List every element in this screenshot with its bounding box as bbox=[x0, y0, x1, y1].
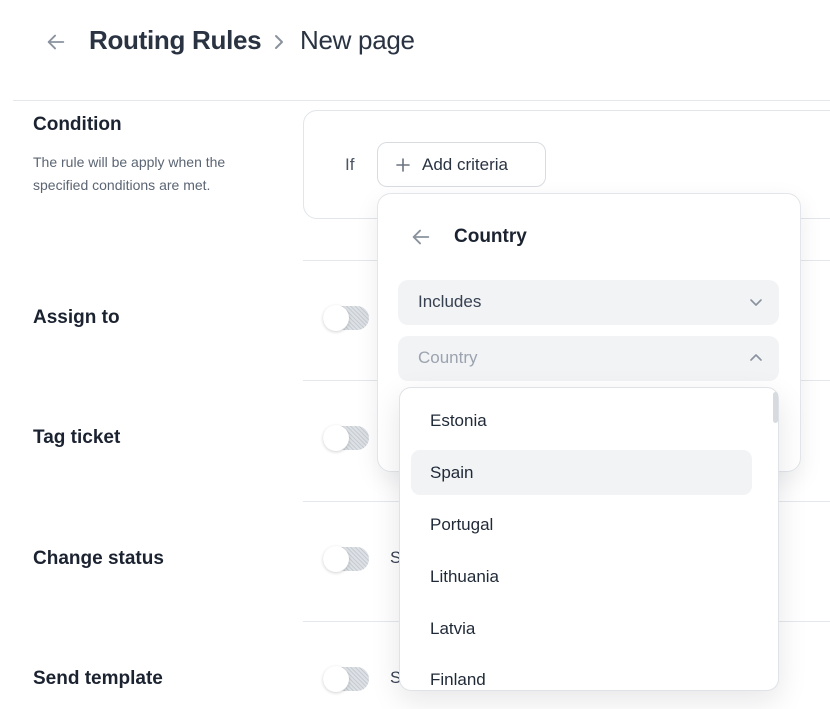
send-template-label: Send template bbox=[33, 668, 163, 689]
tag-ticket-toggle[interactable] bbox=[323, 425, 369, 451]
country-option-portugal[interactable]: Portugal bbox=[411, 502, 752, 547]
assign-to-toggle[interactable] bbox=[323, 305, 369, 331]
send-template-toggle[interactable] bbox=[323, 666, 369, 692]
country-option-latvia[interactable]: Latvia bbox=[411, 606, 752, 651]
dropdown-scrollbar[interactable] bbox=[773, 392, 778, 423]
country-option-estonia[interactable]: Estonia bbox=[411, 398, 752, 443]
page-header: Routing Rules New page bbox=[0, 0, 830, 100]
toggle-knob bbox=[323, 666, 349, 692]
country-option-lithuania[interactable]: Lithuania bbox=[411, 554, 752, 599]
operator-value: Includes bbox=[418, 292, 482, 311]
country-select[interactable]: Country bbox=[398, 336, 779, 381]
country-placeholder: Country bbox=[418, 348, 478, 367]
condition-title: Condition bbox=[33, 114, 122, 135]
breadcrumb-root[interactable]: Routing Rules bbox=[89, 25, 262, 56]
condition-description: The rule will be apply when the specifie… bbox=[33, 154, 226, 193]
plus-icon bbox=[396, 157, 410, 172]
popover-back-button[interactable] bbox=[408, 224, 434, 250]
header-divider bbox=[13, 100, 830, 101]
arrow-left-icon bbox=[412, 229, 430, 245]
if-label: If bbox=[345, 155, 355, 174]
breadcrumb-current: New page bbox=[300, 25, 415, 55]
popover-title: Country bbox=[454, 226, 527, 247]
country-option-spain[interactable]: Spain bbox=[411, 450, 752, 495]
add-criteria-label: Add criteria bbox=[422, 154, 508, 174]
country-option-finland[interactable]: Finland bbox=[411, 658, 752, 688]
change-status-toggle[interactable] bbox=[323, 546, 369, 572]
back-button[interactable] bbox=[40, 26, 72, 58]
operator-select[interactable]: Includes bbox=[398, 280, 779, 325]
arrow-left-icon bbox=[47, 34, 65, 50]
tag-ticket-label: Tag ticket bbox=[33, 427, 121, 448]
chevron-down-icon bbox=[749, 295, 763, 309]
chevron-up-icon bbox=[749, 351, 763, 365]
toggle-knob bbox=[323, 305, 349, 331]
assign-to-label: Assign to bbox=[33, 307, 120, 328]
toggle-knob bbox=[323, 546, 349, 572]
chevron-right-icon bbox=[268, 30, 290, 54]
toggle-knob bbox=[323, 425, 349, 451]
add-criteria-button[interactable]: Add criteria bbox=[377, 142, 546, 187]
change-status-label: Change status bbox=[33, 548, 164, 569]
